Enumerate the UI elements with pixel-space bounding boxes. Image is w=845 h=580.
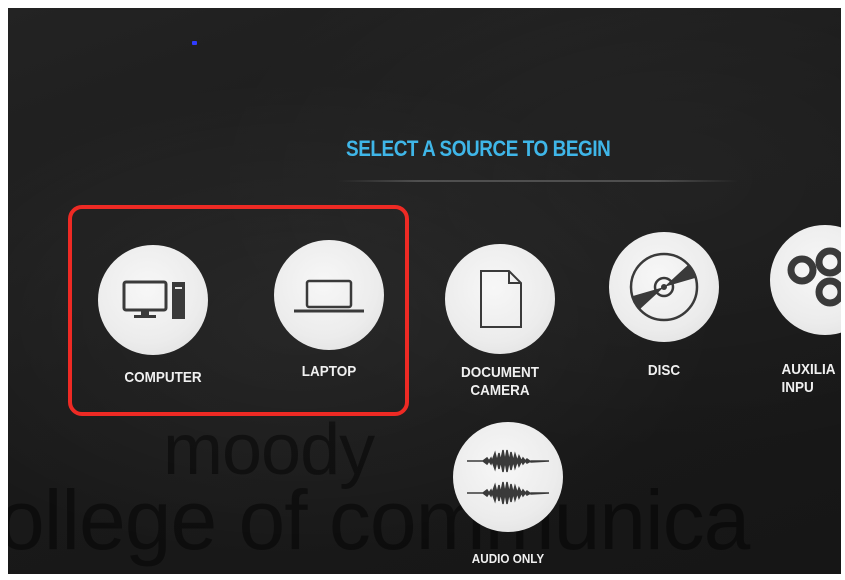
source-label-document-camera: DOCUMENT CAMERA (460, 364, 539, 399)
source-button-document-camera[interactable]: DOCUMENT CAMERA (445, 244, 575, 414)
title-divider (338, 180, 738, 182)
screen-pixel-speck (192, 41, 197, 45)
disc-icon (609, 232, 719, 342)
source-button-auxiliary-input[interactable]: AUXILIA INPU (770, 225, 841, 396)
watermark-line-2: ollege of communica (8, 473, 750, 567)
auxiliary-input-icon (770, 225, 841, 335)
source-label-disc: DISC (647, 362, 681, 379)
page-title: SELECT A SOURCE TO BEGIN (346, 136, 611, 161)
audio-waveform-icon (453, 422, 563, 532)
touch-panel-screen: moody ollege of communica SELECT A SOURC… (8, 8, 841, 574)
source-button-disc[interactable]: DISC (609, 232, 739, 402)
source-label-audio-only: AUDIO ONLY (471, 551, 545, 566)
source-label-auxiliary-input: AUXILIA INPU (781, 361, 836, 396)
document-icon (445, 244, 555, 354)
source-button-audio-only[interactable]: AUDIO ONLY (453, 422, 573, 572)
selection-highlight-box (68, 205, 409, 416)
